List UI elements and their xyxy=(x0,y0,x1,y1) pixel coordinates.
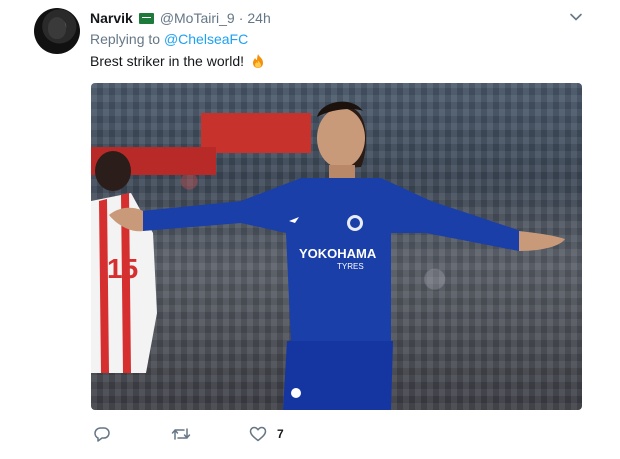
separator: · xyxy=(238,10,244,26)
tweet-text: Brest striker in the world! xyxy=(90,53,266,69)
tweet-text-content: Brest striker in the world! xyxy=(90,53,245,69)
author-name[interactable]: Narvik xyxy=(90,10,133,26)
chevron-down-icon[interactable] xyxy=(569,10,583,24)
author-handle[interactable]: @MoTairi_9 xyxy=(160,10,235,26)
replying-to-link[interactable]: @ChelseaFC xyxy=(164,31,248,47)
timestamp[interactable]: 24h xyxy=(247,10,270,26)
saudi-flag-icon xyxy=(138,12,154,24)
reply-button[interactable] xyxy=(93,425,171,443)
replying-to-label: Replying to xyxy=(90,31,161,47)
replying-to: Replying to @ChelseaFC xyxy=(90,31,248,47)
jersey-sponsor-sub: TYRES xyxy=(337,262,364,271)
like-count: 7 xyxy=(277,427,284,441)
jersey-number: 15 xyxy=(107,253,138,284)
retweet-button[interactable] xyxy=(171,425,249,443)
fire-icon xyxy=(250,53,266,69)
main-player: YOKOHAMA TYRES xyxy=(109,101,565,410)
tweet-header: Narvik @MoTairi_9 · 24h xyxy=(90,9,271,27)
avatar[interactable] xyxy=(34,8,80,54)
tweet-photo[interactable]: 15 YOKOHAMA TYRES xyxy=(91,83,582,410)
tweet-actions: 7 xyxy=(93,424,284,444)
heart-icon xyxy=(249,425,267,443)
retweet-icon xyxy=(171,425,191,443)
jersey-sponsor: YOKOHAMA xyxy=(299,246,377,261)
like-button[interactable]: 7 xyxy=(249,425,284,443)
reply-icon xyxy=(93,425,111,443)
left-player: 15 xyxy=(91,151,157,373)
player-illustration: 15 YOKOHAMA TYRES xyxy=(91,101,565,410)
tweet[interactable]: Narvik @MoTairi_9 · 24h Replying to @Che… xyxy=(0,0,620,459)
